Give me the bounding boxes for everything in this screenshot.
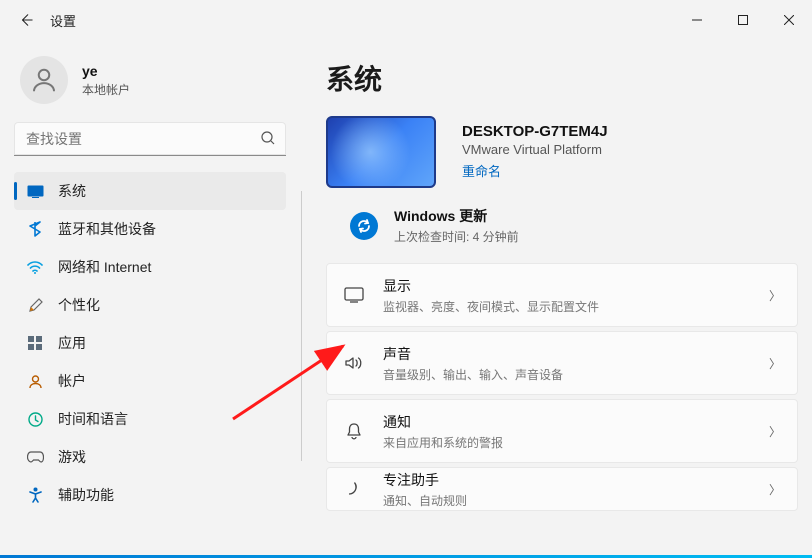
settings-cards: 显示 监视器、亮度、夜间模式、显示配置文件 〉 声音 音量级别、输出、输入、声音… — [326, 263, 798, 511]
avatar — [20, 56, 68, 104]
chevron-right-icon: 〉 — [769, 355, 781, 372]
page-title: 系统 — [326, 58, 798, 98]
nav-item-network[interactable]: 网络和 Internet — [14, 248, 286, 286]
update-title: Windows 更新 — [394, 206, 519, 226]
nav-label: 系统 — [58, 181, 86, 201]
nav-label: 应用 — [58, 333, 86, 353]
card-title: 显示 — [383, 276, 769, 296]
card-text: 专注助手 通知、自动规则 — [383, 470, 769, 509]
focus-icon — [343, 481, 365, 498]
nav-label: 帐户 — [58, 371, 86, 391]
window-controls — [674, 0, 812, 40]
device-row: DESKTOP-G7TEM4J VMware Virtual Platform … — [326, 116, 798, 188]
nav-label: 蓝牙和其他设备 — [58, 219, 156, 239]
search-box[interactable] — [14, 122, 286, 156]
nav-label: 时间和语言 — [58, 409, 128, 429]
card-subtitle: 音量级别、输出、输入、声音设备 — [383, 366, 769, 383]
chevron-right-icon: 〉 — [769, 287, 781, 304]
card-text: 显示 监视器、亮度、夜间模式、显示配置文件 — [383, 276, 769, 315]
apps-icon — [26, 334, 44, 352]
rename-link[interactable]: 重命名 — [462, 161, 501, 180]
nav-label: 辅助功能 — [58, 485, 114, 505]
network-icon — [26, 258, 44, 276]
minimize-button[interactable] — [674, 0, 720, 40]
nav-item-accessibility[interactable]: 辅助功能 — [14, 476, 286, 514]
nav-item-gaming[interactable]: 游戏 — [14, 438, 286, 476]
window-title: 设置 — [50, 11, 76, 30]
nav-list: 系统 蓝牙和其他设备 网络和 Internet 个性化 应用 帐户 — [14, 172, 286, 514]
time-icon — [26, 410, 44, 428]
card-title: 专注助手 — [383, 470, 769, 490]
card-focus-assist[interactable]: 专注助手 通知、自动规则 〉 — [326, 467, 798, 511]
notify-icon — [343, 422, 365, 440]
card-sound[interactable]: 声音 音量级别、输出、输入、声音设备 〉 — [326, 331, 798, 395]
main-content: 系统 DESKTOP-G7TEM4J VMware Virtual Platfo… — [300, 40, 812, 558]
device-info: DESKTOP-G7TEM4J VMware Virtual Platform … — [462, 123, 608, 181]
search-input[interactable] — [14, 122, 286, 156]
close-button[interactable] — [766, 0, 812, 40]
nav-label: 网络和 Internet — [58, 257, 151, 277]
sound-icon — [343, 355, 365, 371]
profile-type: 本地帐户 — [82, 81, 130, 98]
card-text: 声音 音量级别、输出、输入、声音设备 — [383, 344, 769, 383]
accessibility-icon — [26, 486, 44, 504]
chevron-right-icon: 〉 — [769, 423, 781, 440]
device-thumbnail[interactable] — [326, 116, 436, 188]
card-notifications[interactable]: 通知 来自应用和系统的警报 〉 — [326, 399, 798, 463]
nav-label: 游戏 — [58, 447, 86, 467]
back-button[interactable] — [18, 12, 34, 28]
card-title: 声音 — [383, 344, 769, 364]
profile-text: ye 本地帐户 — [82, 63, 130, 98]
gaming-icon — [26, 448, 44, 466]
chevron-right-icon: 〉 — [769, 481, 781, 498]
nav-item-apps[interactable]: 应用 — [14, 324, 286, 362]
nav-item-system[interactable]: 系统 — [14, 172, 286, 210]
nav-item-personalization[interactable]: 个性化 — [14, 286, 286, 324]
update-subtitle: 上次检查时间: 4 分钟前 — [394, 228, 519, 245]
profile-name: ye — [82, 63, 130, 79]
update-icon — [350, 212, 378, 240]
windows-update-row[interactable]: Windows 更新 上次检查时间: 4 分钟前 — [350, 206, 798, 245]
profile[interactable]: ye 本地帐户 — [20, 56, 284, 104]
nav-label: 个性化 — [58, 295, 100, 315]
maximize-button[interactable] — [720, 0, 766, 40]
card-subtitle: 来自应用和系统的警报 — [383, 434, 769, 451]
card-title: 通知 — [383, 412, 769, 432]
sidebar: ye 本地帐户 系统 蓝牙和其他设备 网络和 Internet — [0, 40, 300, 558]
card-subtitle: 监视器、亮度、夜间模式、显示配置文件 — [383, 298, 769, 315]
update-text: Windows 更新 上次检查时间: 4 分钟前 — [394, 206, 519, 245]
search-icon — [260, 130, 276, 151]
nav-item-bluetooth[interactable]: 蓝牙和其他设备 — [14, 210, 286, 248]
device-platform: VMware Virtual Platform — [462, 142, 608, 157]
nav-item-time-language[interactable]: 时间和语言 — [14, 400, 286, 438]
accounts-icon — [26, 372, 44, 390]
display-icon — [343, 287, 365, 303]
bluetooth-icon — [26, 220, 44, 238]
card-display[interactable]: 显示 监视器、亮度、夜间模式、显示配置文件 〉 — [326, 263, 798, 327]
card-text: 通知 来自应用和系统的警报 — [383, 412, 769, 451]
system-icon — [26, 182, 44, 200]
nav-item-accounts[interactable]: 帐户 — [14, 362, 286, 400]
device-name: DESKTOP-G7TEM4J — [462, 123, 608, 140]
personalize-icon — [26, 296, 44, 314]
card-subtitle: 通知、自动规则 — [383, 492, 769, 509]
